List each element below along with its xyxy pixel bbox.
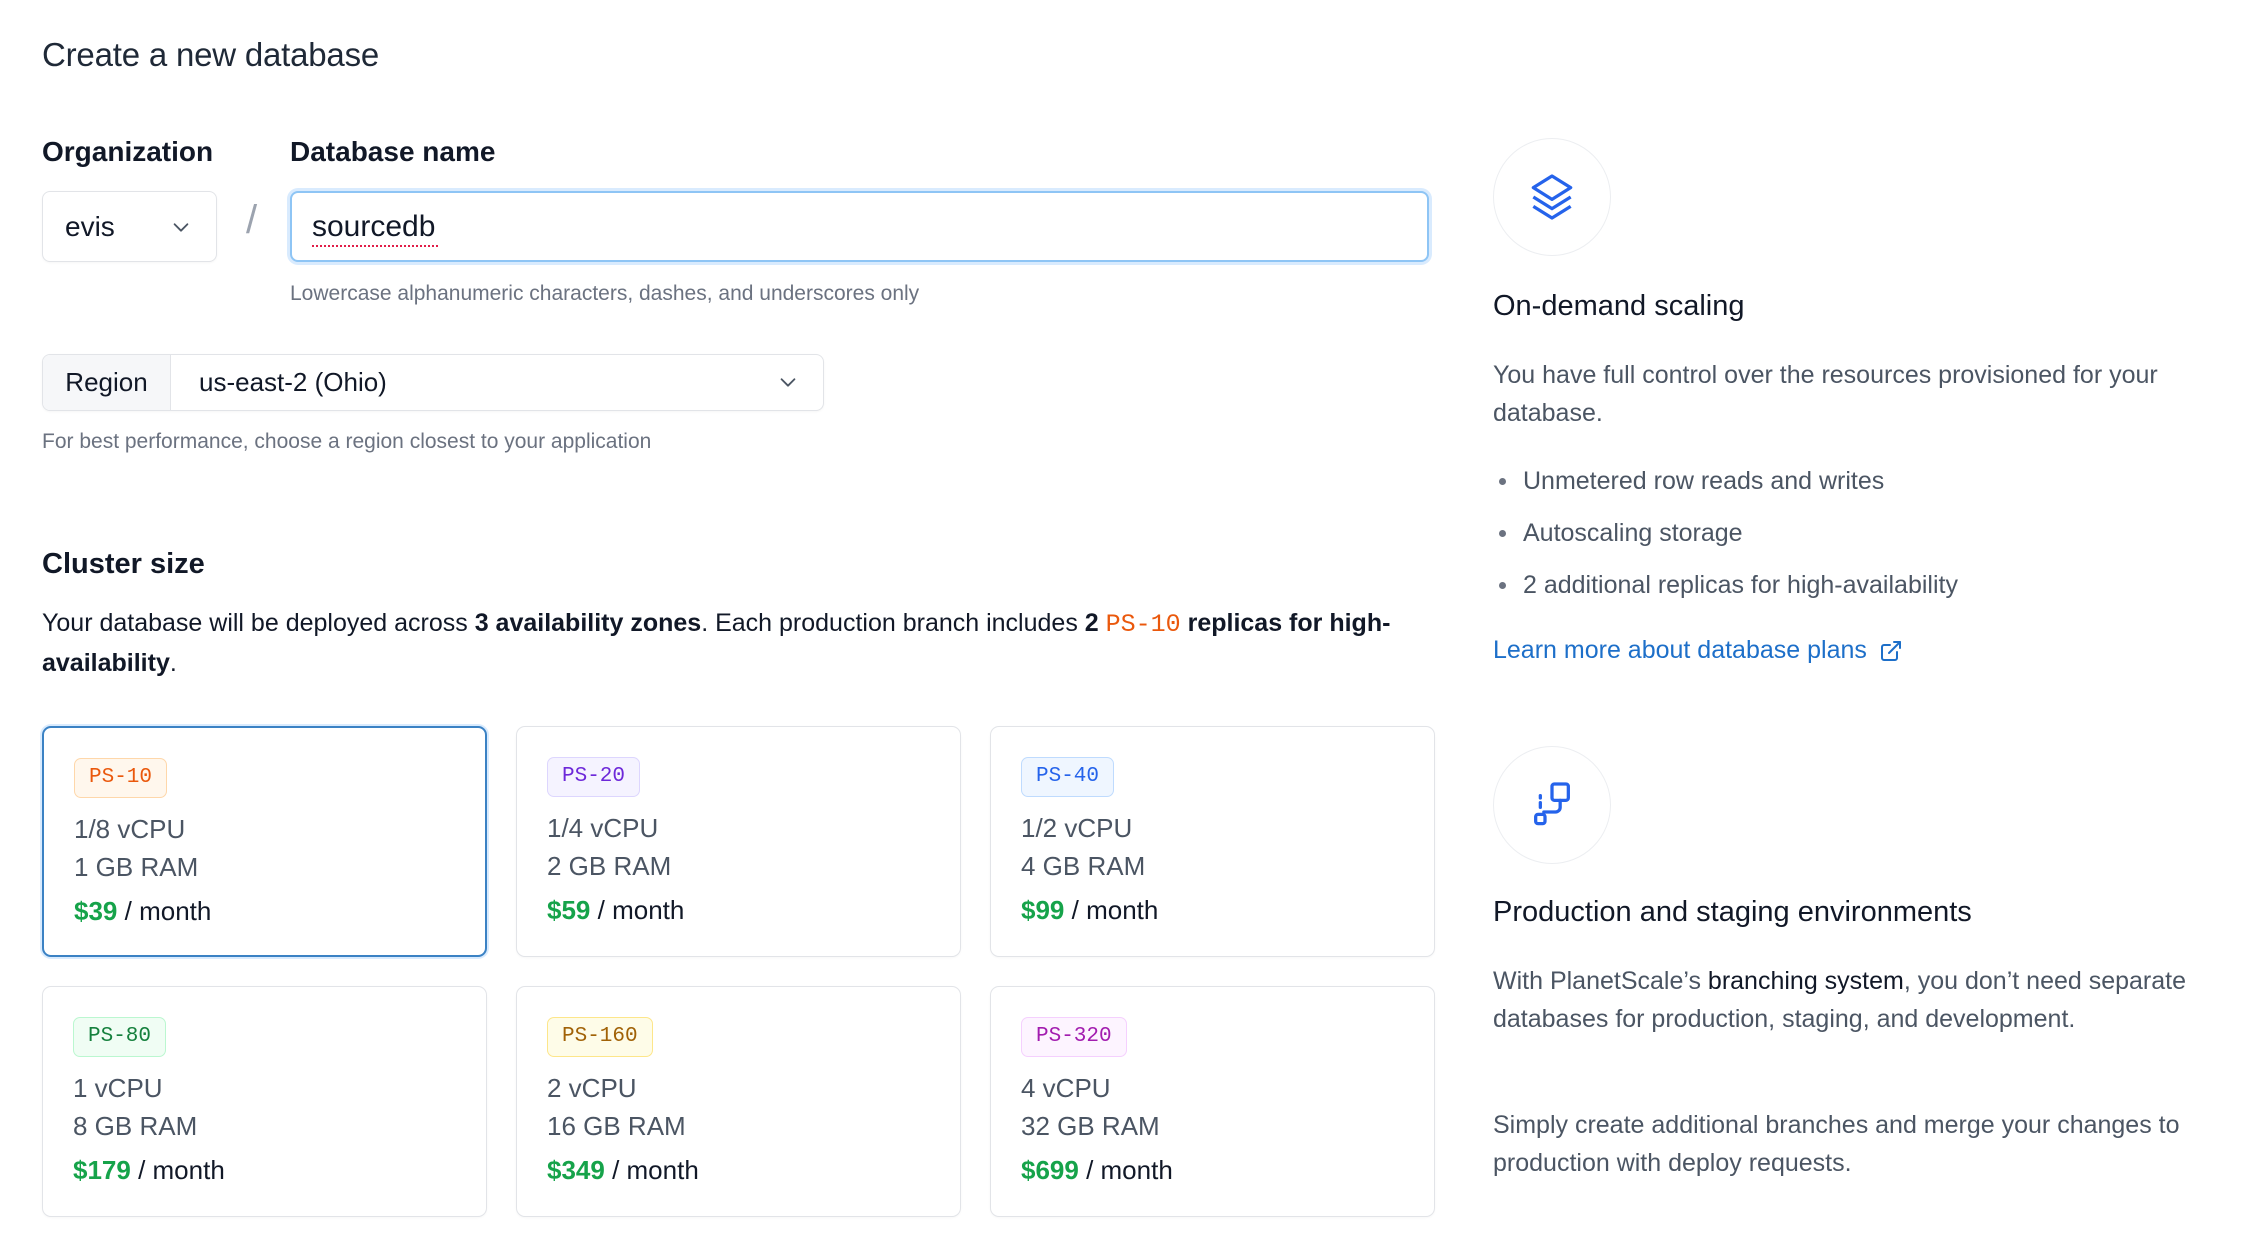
branching-text-2: Simply create additional branches and me…	[1493, 1111, 2180, 1177]
size-ram: 16 GB RAM	[547, 1111, 686, 1141]
desc-text: Your database will be deployed across	[42, 609, 475, 637]
cluster-size-card-ps-160[interactable]: PS-160 2 vCPU 16 GB RAM $349 / month	[516, 986, 961, 1217]
region-value-container[interactable]: us-east-2 (Ohio)	[171, 355, 823, 410]
page-title: Create a new database	[42, 36, 380, 73]
learn-more-label: Learn more about database plans	[1493, 636, 1867, 664]
size-badge: PS-20	[547, 757, 641, 797]
size-cpu: 1/8 vCPU	[74, 814, 186, 844]
price-period: / month	[124, 896, 212, 926]
list-item: Autoscaling storage	[1493, 514, 1958, 552]
size-cpu: 1 vCPU	[73, 1073, 163, 1103]
size-cpu: 2 vCPU	[547, 1073, 637, 1103]
cluster-size-description: Your database will be deployed across 3 …	[42, 604, 1422, 682]
price-period: / month	[612, 1155, 699, 1185]
cluster-size-card-ps-40[interactable]: PS-40 1/2 vCPU 4 GB RAM $99 / month	[990, 726, 1435, 957]
organization-select[interactable]: evis	[42, 191, 217, 262]
price-period: / month	[138, 1155, 225, 1185]
chevron-down-icon	[173, 223, 189, 232]
path-separator: /	[246, 198, 258, 242]
size-badge: PS-160	[547, 1017, 653, 1057]
cluster-size-card-ps-10[interactable]: PS-10 1/8 vCPU 1 GB RAM $39 / month	[42, 726, 487, 957]
database-name-label: Database name	[290, 136, 496, 167]
desc-text: . Each production branch includes	[701, 609, 1085, 637]
region-hint: For best performance, choose a region cl…	[42, 430, 652, 453]
price-period: / month	[1086, 1155, 1173, 1185]
size-price: $99 / month	[1021, 891, 1404, 929]
region-value: us-east-2 (Ohio)	[199, 367, 387, 397]
price-period: / month	[1071, 895, 1159, 925]
price-amount: $39	[74, 896, 118, 926]
branch-icon	[1534, 782, 1570, 826]
branching-text-part: With PlanetScale’s	[1493, 967, 1708, 995]
price-period: / month	[597, 895, 685, 925]
desc-text: .	[169, 649, 177, 677]
spellcheck-underline	[312, 241, 438, 247]
size-badge: PS-10	[74, 758, 168, 798]
size-ram: 32 GB RAM	[1021, 1111, 1160, 1141]
region-select[interactable]: Region us-east-2 (Ohio)	[42, 354, 824, 411]
size-ram: 8 GB RAM	[73, 1111, 198, 1141]
size-cpu: 4 vCPU	[1021, 1073, 1111, 1103]
cluster-size-card-ps-20[interactable]: PS-20 1/4 vCPU 2 GB RAM $59 / month	[516, 726, 961, 957]
size-price: $349 / month	[547, 1151, 930, 1189]
size-cpu: 1/4 vCPU	[547, 813, 659, 843]
branching-text: With PlanetScale’s branching system, you…	[1493, 962, 2193, 1038]
chevron-down-icon	[780, 378, 796, 387]
size-ram: 1 GB RAM	[74, 852, 199, 882]
size-ram: 4 GB RAM	[1021, 851, 1146, 881]
branching-system-text: branching system	[1707, 967, 1904, 995]
branching-title: Production and staging environments	[1493, 896, 1972, 928]
external-link-icon	[1880, 640, 1901, 661]
cluster-size-card-ps-80[interactable]: PS-80 1 vCPU 8 GB RAM $179 / month	[42, 986, 487, 1217]
scaling-title: On-demand scaling	[1493, 290, 1745, 322]
branch-icon-circle	[1493, 746, 1611, 864]
size-cpu: 1/2 vCPU	[1021, 813, 1133, 843]
price-amount: $699	[1021, 1155, 1079, 1185]
size-price: $179 / month	[73, 1151, 456, 1189]
size-price: $59 / month	[547, 891, 930, 929]
organization-label: Organization	[42, 136, 214, 167]
scaling-bullets: Unmetered row reads and writes Autoscali…	[1493, 462, 1958, 618]
size-badge: PS-320	[1021, 1017, 1127, 1057]
size-price: $39 / month	[74, 892, 455, 930]
price-amount: $59	[547, 895, 591, 925]
price-amount: $349	[547, 1155, 605, 1185]
database-name-hint: Lowercase alphanumeric characters, dashe…	[290, 282, 920, 305]
price-amount: $99	[1021, 895, 1065, 925]
list-item: 2 additional replicas for high-availabil…	[1493, 566, 1958, 604]
desc-replica-type: PS-10	[1105, 610, 1181, 639]
database-name-input[interactable]	[290, 191, 1429, 262]
layers-icon-circle	[1493, 138, 1611, 256]
price-amount: $179	[73, 1155, 131, 1185]
size-badge: PS-40	[1021, 757, 1115, 797]
layers-icon	[1531, 174, 1573, 220]
learn-more-link[interactable]: Learn more about database plans	[1493, 636, 1903, 665]
organization-value: evis	[65, 210, 115, 242]
size-price: $699 / month	[1021, 1151, 1404, 1189]
region-label: Region	[43, 355, 171, 410]
list-item: Unmetered row reads and writes	[1493, 462, 1958, 500]
scaling-text: You have full control over the resources…	[1493, 361, 2158, 427]
cluster-size-card-ps-320[interactable]: PS-320 4 vCPU 32 GB RAM $699 / month	[990, 986, 1435, 1217]
desc-replica-count: 2	[1084, 609, 1099, 637]
size-ram: 2 GB RAM	[547, 851, 672, 881]
size-badge: PS-80	[73, 1017, 167, 1057]
desc-zones: 3 availability zones	[474, 609, 702, 637]
cluster-size-title: Cluster size	[42, 548, 205, 580]
